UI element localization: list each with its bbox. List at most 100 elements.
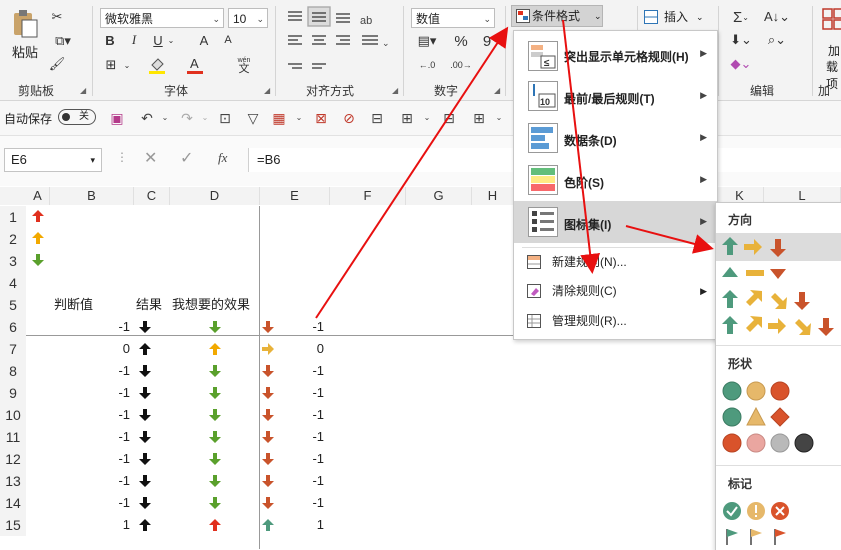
- decrease-decimal-icon[interactable]: .00→: [448, 56, 474, 74]
- select-all-corner[interactable]: [0, 187, 27, 205]
- cell-e10[interactable]: -1: [262, 404, 324, 426]
- row-header-11[interactable]: 11: [0, 426, 26, 448]
- conditional-format-button[interactable]: 条件格式 ⌄: [511, 5, 603, 27]
- row-header-14[interactable]: 14: [0, 492, 26, 514]
- font-launcher-icon[interactable]: ◢: [264, 86, 270, 95]
- col-header-a[interactable]: A: [26, 187, 50, 205]
- underline-dropdown-icon[interactable]: ⌄: [166, 31, 176, 49]
- row-header-12[interactable]: 12: [0, 448, 26, 470]
- number-format-combo[interactable]: 数值 ⌄: [411, 8, 495, 28]
- cell-e9[interactable]: -1: [262, 382, 324, 404]
- confirm-icon[interactable]: ✓: [180, 148, 193, 168]
- menu-item-icon-sets[interactable]: 图标集(I) ▶: [514, 201, 717, 243]
- layout-icon[interactable]: ⊞: [398, 109, 416, 127]
- cut-icon[interactable]: ✂: [48, 8, 66, 26]
- iconset-3-arrows-colored[interactable]: [716, 233, 841, 261]
- name-box[interactable]: E6 ▾: [4, 148, 102, 172]
- row-header-9[interactable]: 9: [0, 382, 26, 404]
- row-header-8[interactable]: 8: [0, 360, 26, 382]
- grid-icon[interactable]: ⊟: [368, 109, 386, 127]
- cancel-icon[interactable]: ✕: [144, 148, 157, 168]
- menu-item-top-bottom-rules[interactable]: 10 最前/最后规则(T) ▶: [514, 75, 717, 117]
- cell-b10[interactable]: -1: [50, 404, 130, 426]
- redo-icon[interactable]: ↷: [178, 109, 196, 127]
- border-dropdown-icon[interactable]: ⌄: [122, 56, 132, 74]
- percent-button[interactable]: %: [452, 32, 470, 50]
- cell-b15[interactable]: 1: [50, 514, 130, 536]
- row-header-6[interactable]: 6: [0, 316, 26, 338]
- row-header-4[interactable]: 4: [0, 272, 26, 294]
- cell-e6[interactable]: -1: [262, 316, 324, 338]
- cell-b7[interactable]: 0: [50, 338, 130, 360]
- insert-function-icon[interactable]: fx: [218, 150, 227, 166]
- insert-button[interactable]: 插入 ⌄: [644, 7, 714, 27]
- border-icon[interactable]: ⊞: [100, 56, 122, 74]
- bold-button[interactable]: B: [102, 31, 118, 49]
- iconset-4-circles[interactable]: [716, 431, 841, 455]
- table-dropdown-icon[interactable]: ⌄: [290, 109, 308, 127]
- iconset-5-arrows[interactable]: [716, 313, 841, 339]
- col-header-f[interactable]: F: [330, 187, 406, 205]
- clear-format-icon[interactable]: ⊘: [340, 109, 358, 127]
- font-name-combo[interactable]: 微软雅黑 ⌄: [100, 8, 224, 28]
- redo-dropdown-icon[interactable]: ⌄: [196, 109, 214, 127]
- menu-item-color-scales[interactable]: 色阶(S) ▶: [514, 159, 717, 201]
- menu-item-manage-rules[interactable]: 管理规则(R)...: [514, 308, 717, 334]
- addins-icon[interactable]: [822, 8, 841, 30]
- decrease-font-button[interactable]: A: [220, 31, 236, 49]
- cell-b9[interactable]: -1: [50, 382, 130, 404]
- accounting-icon[interactable]: ▤▾: [412, 32, 442, 50]
- underline-button[interactable]: U: [150, 31, 166, 49]
- fill-color-icon[interactable]: [146, 54, 168, 76]
- cell-b8[interactable]: -1: [50, 360, 130, 382]
- paste-button[interactable]: [8, 8, 42, 40]
- autosum-button[interactable]: Σ ⌄: [728, 7, 754, 27]
- increase-decimal-icon[interactable]: ←.0: [414, 56, 440, 74]
- italic-button[interactable]: I: [126, 31, 142, 49]
- cell-b14[interactable]: -1: [50, 492, 130, 514]
- iconset-3-flags[interactable]: [716, 525, 841, 549]
- autosave-toggle[interactable]: 关: [58, 109, 96, 125]
- col-header-c[interactable]: C: [134, 187, 170, 205]
- clipboard-launcher-icon[interactable]: ◢: [80, 86, 86, 95]
- row-header-1[interactable]: 1: [0, 206, 26, 228]
- col-header-h[interactable]: H: [472, 187, 514, 205]
- menu-item-clear-rules[interactable]: 清除规则(C) ▶: [514, 278, 717, 304]
- cell-b11[interactable]: -1: [50, 426, 130, 448]
- layout-dropdown-icon[interactable]: ⌄: [418, 109, 436, 127]
- col-header-g[interactable]: G: [406, 187, 472, 205]
- filter-icon[interactable]: ▽: [244, 109, 262, 127]
- phonetic-button[interactable]: wén 文: [232, 54, 256, 76]
- find-select-icon[interactable]: ⌕⌄: [764, 31, 790, 49]
- more-icon[interactable]: ⊞: [470, 109, 488, 127]
- row-header-3[interactable]: 3: [0, 250, 26, 272]
- cell-e8[interactable]: -1: [262, 360, 324, 382]
- cell-b12[interactable]: -1: [50, 448, 130, 470]
- cell-e14[interactable]: -1: [262, 492, 324, 514]
- row-header-7[interactable]: 7: [0, 338, 26, 360]
- format-painter-icon[interactable]: 🖌: [48, 55, 66, 73]
- font-size-combo[interactable]: 10 ⌄: [228, 8, 268, 28]
- col-header-e[interactable]: E: [260, 187, 330, 205]
- cell-b6[interactable]: -1: [50, 316, 130, 338]
- undo-icon[interactable]: ↶: [138, 109, 156, 127]
- row-header-10[interactable]: 10: [0, 404, 26, 426]
- row-header-2[interactable]: 2: [0, 228, 26, 250]
- more-dropdown-icon[interactable]: ⌄: [490, 109, 508, 127]
- save-icon[interactable]: ▣: [108, 109, 126, 127]
- cell-e15[interactable]: 1: [262, 514, 324, 536]
- merge-icon[interactable]: ⊟: [440, 109, 458, 127]
- table-icon[interactable]: ▦: [270, 109, 288, 127]
- iconset-3-symbols[interactable]: [716, 499, 841, 523]
- col-header-b[interactable]: B: [50, 187, 134, 205]
- col-header-d[interactable]: D: [170, 187, 260, 205]
- cell-e11[interactable]: -1: [262, 426, 324, 448]
- iconset-3-signs[interactable]: [716, 405, 841, 429]
- font-color-icon[interactable]: A: [184, 54, 206, 76]
- cell-e7[interactable]: 0: [262, 338, 324, 360]
- menu-item-new-rule[interactable]: 新建规则(N)...: [514, 249, 717, 275]
- undo-dropdown-icon[interactable]: ⌄: [156, 109, 174, 127]
- menu-item-highlight-rules[interactable]: ≤ 突出显示单元格规则(H) ▶: [514, 35, 717, 75]
- iconset-4-arrows[interactable]: [716, 287, 841, 313]
- row-header-13[interactable]: 13: [0, 470, 26, 492]
